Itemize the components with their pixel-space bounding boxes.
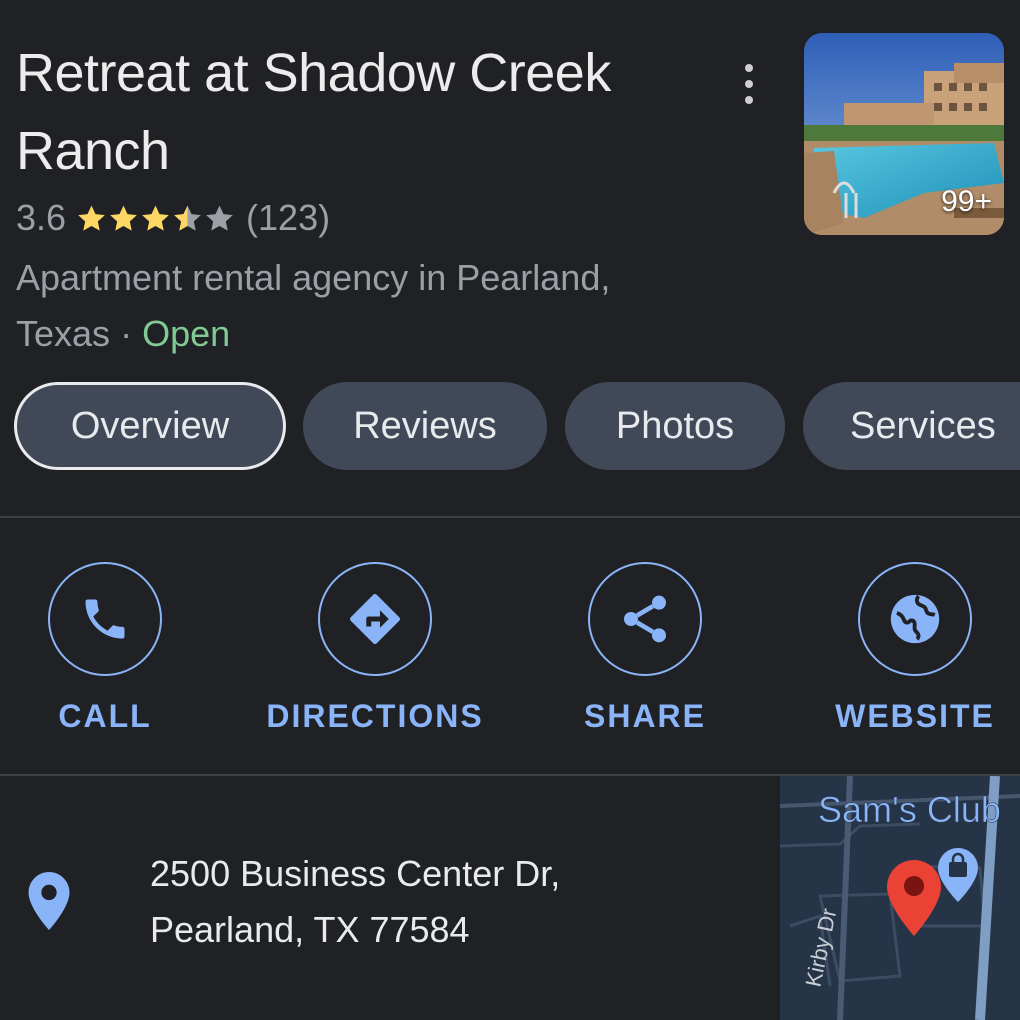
place-category: Apartment rental agency in Pearland, Tex… (16, 250, 736, 362)
website-circle (858, 562, 972, 676)
place-photo[interactable]: 99+ (804, 33, 1004, 235)
separator: · (120, 313, 133, 354)
photo-count: 99+ (941, 185, 992, 218)
location-status: Texas · Open (16, 306, 736, 362)
divider (0, 516, 1020, 518)
star-full-icon (142, 205, 169, 231)
tab-photos[interactable]: Photos (565, 382, 785, 470)
phone-icon (85, 599, 125, 639)
directions-circle (318, 562, 432, 676)
share-button[interactable]: SHARE (530, 562, 760, 735)
reviews-count: (123) (246, 197, 331, 238)
directions-button[interactable]: DIRECTIONS (260, 562, 490, 735)
star-empty-icon (206, 205, 233, 231)
tab-reviews[interactable]: Reviews (303, 382, 547, 470)
more-options-icon[interactable] (732, 64, 766, 104)
share-icon (624, 595, 666, 643)
share-label: SHARE (583, 698, 706, 734)
call-button[interactable]: CALL (0, 562, 220, 735)
globe-icon (890, 594, 940, 644)
website-button[interactable]: WEBSITE (800, 562, 1020, 735)
star-rating (76, 203, 236, 234)
location-pin-icon (28, 872, 70, 935)
poi-label: Sam's Club (818, 789, 1001, 830)
call-circle (48, 562, 162, 676)
address-line-1: 2500 Business Center Dr, (150, 853, 561, 894)
open-status: Open (142, 313, 231, 354)
rating-value: 3.6 (16, 197, 67, 238)
star-half-icon (174, 205, 201, 231)
tab-services[interactable]: Services (803, 382, 1020, 470)
address-line-2: Pearland, TX 77584 (150, 909, 470, 950)
directions-icon (350, 594, 400, 644)
category-text: Apartment rental agency in Pearland, (16, 257, 611, 298)
directions-label: DIRECTIONS (266, 698, 484, 734)
place-title: Retreat at Shadow Creek Ranch (16, 43, 611, 181)
call-label: CALL (58, 698, 152, 734)
address[interactable]: 2500 Business Center Dr, Pearland, TX 77… (150, 846, 560, 958)
map-preview[interactable]: Sam's Club Kirby Dr (780, 776, 1020, 1020)
website-label: WEBSITE (835, 698, 995, 734)
star-full-icon (110, 205, 137, 231)
star-full-icon (78, 205, 105, 231)
location-text: Texas (16, 313, 111, 354)
rating-row[interactable]: 3.6 (123) (16, 194, 330, 242)
share-circle (588, 562, 702, 676)
tab-overview[interactable]: Overview (14, 382, 286, 470)
